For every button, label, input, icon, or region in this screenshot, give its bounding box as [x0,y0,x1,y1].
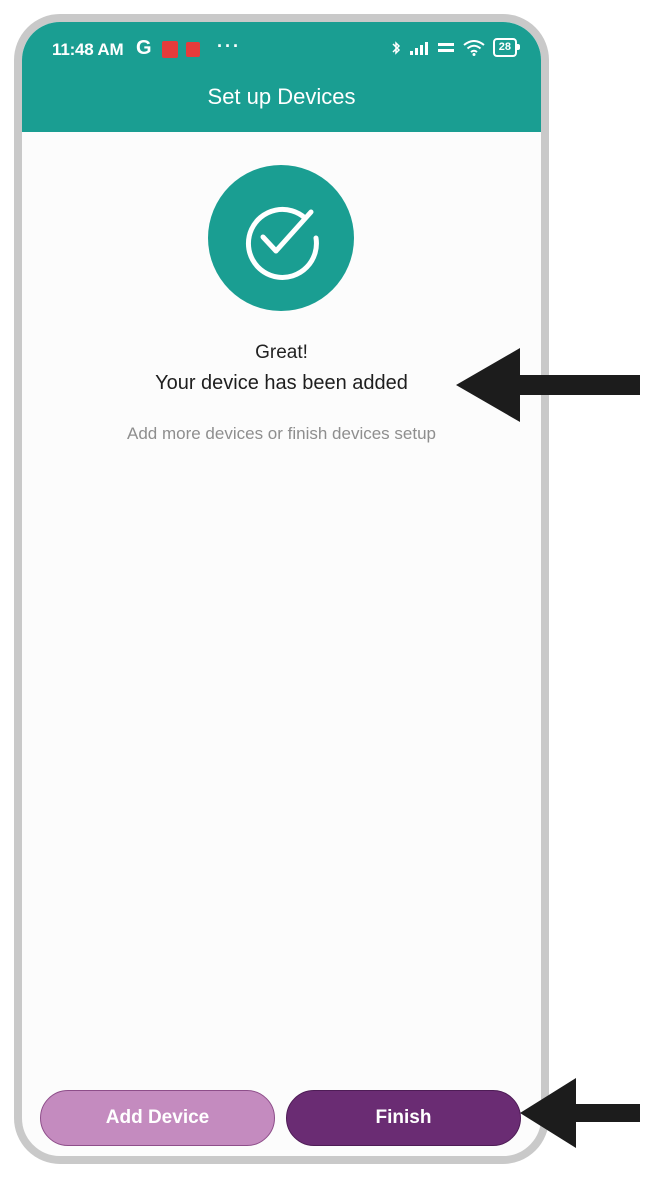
phone-frame: 11:48 AM G ··· 28 Set up Devices Great! … [14,14,549,1164]
check-circle-icon [208,165,354,311]
signal-icon [409,41,428,55]
bluetooth-icon [392,40,400,55]
vowifi-icon [437,42,454,52]
wifi-icon [463,39,485,56]
more-notifications-icon: ··· [217,36,241,56]
status-bar: 11:48 AM G ··· 28 [22,22,541,76]
app-header: Set up Devices [22,76,541,132]
status-icons: 28 [391,38,521,57]
finish-button[interactable]: Finish [286,1090,521,1146]
notification-icon [186,42,200,57]
success-subtitle: Add more devices or finish devices setup [127,424,436,443]
notification-icon [162,41,178,58]
add-device-button[interactable]: Add Device [40,1090,275,1146]
annotation-arrow-icon [456,348,640,422]
status-time: 11:48 AM [52,40,124,59]
battery-icon: 28 [492,38,521,57]
google-icon: G [136,37,152,59]
page-title: Set up Devices [207,84,356,109]
annotation-arrow-icon [520,1078,640,1148]
